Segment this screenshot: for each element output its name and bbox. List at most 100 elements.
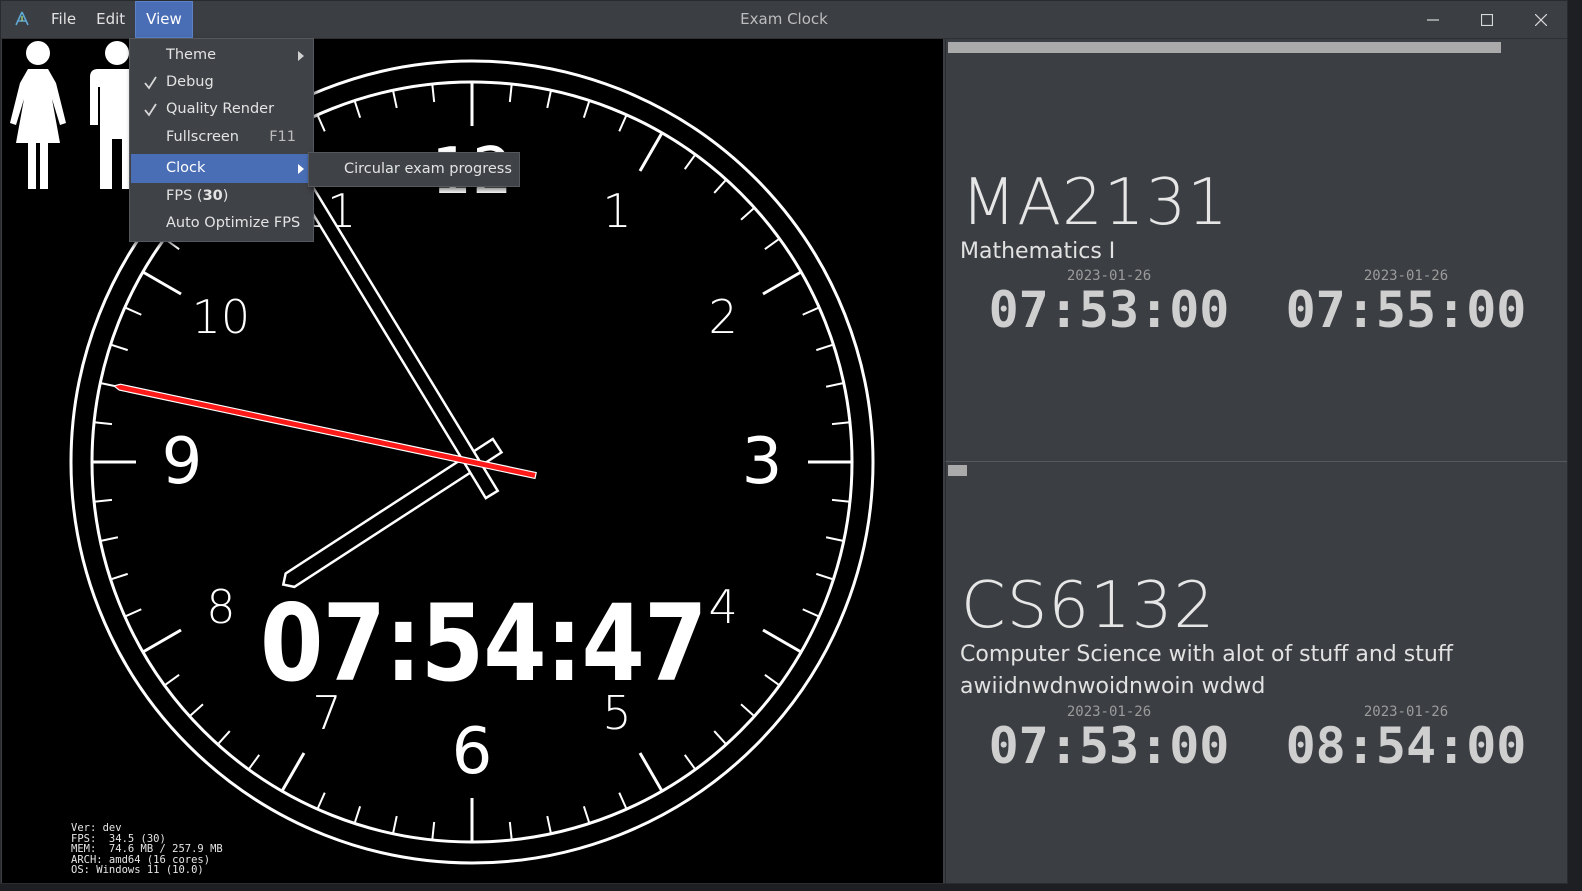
hour-tick	[280, 752, 306, 792]
exam-start: 2023-01-26 07:53:00	[974, 705, 1244, 771]
menu-item-label: Debug	[166, 74, 214, 90]
minute-tick	[825, 382, 844, 388]
minute-tick	[508, 821, 513, 841]
menu-edit[interactable]: Edit	[86, 1, 135, 38]
close-icon	[1535, 13, 1547, 26]
menu-item-label: Fullscreen	[166, 129, 239, 145]
minute-tick	[431, 821, 436, 841]
fps-value: 30	[202, 188, 223, 204]
minute-tick	[431, 83, 436, 103]
hour-tick	[638, 132, 664, 172]
menu-item-quality-render[interactable]: Quality Render	[131, 96, 312, 123]
exam-start-time: 07:53:00	[988, 281, 1230, 339]
menu-item-auto-optimize-fps[interactable]: Auto Optimize FPS	[131, 210, 312, 237]
maximize-button[interactable]	[1460, 1, 1514, 38]
clock-numeral: 4	[709, 580, 738, 634]
menu-item-label: Theme	[166, 47, 217, 63]
menu-item-clock[interactable]: Clock	[131, 154, 312, 183]
minute-tick	[216, 730, 231, 746]
minute-tick	[582, 805, 591, 824]
exam-name: Computer Science with alot of stuff and …	[960, 642, 1453, 699]
minute-tick	[100, 536, 119, 542]
window-title: Exam Clock	[740, 10, 828, 28]
exam-end: 2023-01-26 08:54:00	[1271, 705, 1541, 771]
minute-tick	[247, 754, 261, 771]
minute-tick	[392, 90, 398, 109]
minute-tick	[683, 153, 697, 170]
minute-tick	[110, 572, 129, 581]
exam-progress-fill	[948, 42, 1502, 53]
minute-tick	[713, 178, 728, 194]
exam-end: 2023-01-26 07:55:00	[1271, 269, 1541, 335]
minute-tick	[740, 703, 756, 718]
minute-tick	[124, 608, 142, 618]
minute-tick	[825, 536, 844, 542]
minimize-button[interactable]	[1406, 1, 1460, 38]
minute-tick	[740, 206, 756, 221]
app-window: File Edit View Exam Clock 12123456789101…	[0, 0, 1568, 884]
submenu-arrow-icon	[298, 164, 304, 174]
menu-item-label: Quality Render	[166, 101, 275, 117]
exam-start: 2023-01-26 07:53:00	[974, 269, 1244, 335]
digital-time: 07:54:47	[260, 582, 707, 705]
minute-tick	[353, 805, 362, 824]
exam-card[interactable]: MA2131 Mathematics I 2023-01-26 07:53:00…	[945, 39, 1567, 461]
menu-item-fullscreen[interactable]: Fullscreen F11	[131, 124, 312, 151]
hour-tick	[762, 270, 802, 296]
menu-bar: File Edit View	[41, 1, 193, 38]
submenu-arrow-icon	[298, 51, 304, 61]
minute-tick	[764, 237, 781, 251]
menu-item-label: FPS (30)	[166, 183, 228, 210]
menu-item-shortcut: F11	[269, 129, 296, 145]
minute-tick	[815, 572, 834, 581]
minute-tick	[508, 83, 513, 103]
minute-tick	[316, 114, 326, 132]
minute-tick	[110, 343, 129, 352]
exam-name: Mathematics I	[960, 239, 1116, 264]
hour-tick	[762, 628, 802, 654]
menu-item-debug[interactable]: Debug	[131, 69, 312, 96]
fps-label-suffix: )	[222, 188, 229, 204]
minute-tick	[124, 306, 142, 316]
clock-numeral: 9	[162, 425, 203, 499]
exam-end-time: 07:55:00	[1285, 281, 1527, 339]
menu-file[interactable]: File	[41, 1, 86, 38]
clock-numeral: 8	[206, 580, 235, 634]
minute-tick	[353, 100, 362, 119]
minute-tick	[163, 673, 180, 687]
hour-tick	[142, 628, 182, 654]
minute-tick	[713, 730, 728, 746]
menu-view[interactable]: View	[135, 1, 193, 38]
minute-tick	[802, 608, 820, 618]
clock-numeral: 10	[192, 290, 251, 344]
hour-tick	[638, 752, 664, 792]
minute-tick	[831, 498, 851, 503]
minute-tick	[582, 100, 591, 119]
title-bar[interactable]: File Edit View Exam Clock	[1, 1, 1567, 39]
exam-code: CS6132	[961, 569, 1216, 643]
clock-numeral: 3	[742, 425, 783, 499]
exam-start-time: 07:53:00	[988, 717, 1230, 775]
submenu-item-circular-exam-progress[interactable]: Circular exam progress	[344, 153, 512, 186]
minute-tick	[93, 421, 113, 426]
minute-tick	[815, 343, 834, 352]
exam-card[interactable]: CS6132 Computer Science with alot of stu…	[945, 461, 1567, 883]
debug-info: Ver: dev FPS: 34.5 (30) MEM: 74.6 MB / 2…	[71, 823, 223, 876]
minute-tick	[316, 792, 326, 810]
debug-os: OS: Windows 11 (10.0)	[71, 864, 204, 877]
clock-numeral: 2	[709, 290, 738, 344]
minute-tick	[618, 114, 628, 132]
minute-tick	[802, 306, 820, 316]
minute-tick	[618, 792, 628, 810]
menu-item-fps[interactable]: FPS (30)	[131, 183, 312, 210]
exam-list: MA2131 Mathematics I 2023-01-26 07:53:00…	[945, 39, 1567, 883]
minute-tick	[831, 421, 851, 426]
minute-tick	[764, 673, 781, 687]
minute-tick	[546, 815, 552, 834]
hour-tick	[142, 270, 182, 296]
exam-end-time: 08:54:00	[1285, 717, 1527, 775]
fps-label-prefix: FPS (	[166, 188, 203, 204]
close-button[interactable]	[1514, 1, 1567, 38]
exam-code: MA2131	[961, 166, 1229, 240]
menu-item-theme[interactable]: Theme	[131, 42, 312, 69]
